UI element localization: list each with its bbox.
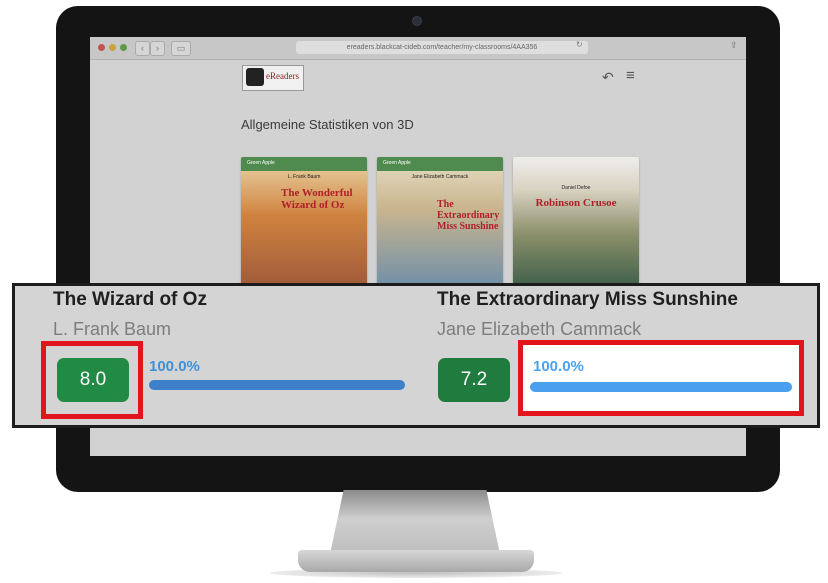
progress-highlight-frame bbox=[518, 340, 804, 416]
share-icon[interactable]: ⇪ bbox=[730, 40, 738, 51]
maximize-window-button[interactable] bbox=[120, 44, 127, 51]
cover-series-band: Green Apple bbox=[241, 157, 367, 171]
book-author: Jane Elizabeth Cammack bbox=[437, 319, 642, 339]
url-bar[interactable]: ereaders.blackcat-cideb.com/teacher/my-c… bbox=[296, 41, 588, 54]
book-cover-wizard-of-oz[interactable]: Green Apple L. Frank Baum The Wonderful … bbox=[241, 157, 367, 287]
cover-author: Jane Elizabeth Cammack bbox=[411, 174, 469, 180]
logo-text: eReaders bbox=[266, 71, 299, 81]
book-stats-panel: The Wizard of Oz L. Frank Baum 8.0 100.0… bbox=[12, 283, 820, 428]
book-title: The Wizard of Oz bbox=[53, 289, 207, 310]
progress-percent: 100.0% bbox=[149, 358, 200, 375]
progress-bar bbox=[149, 380, 405, 390]
book-cover-robinson-crusoe[interactable]: Daniel Defoe Robinson Crusoe bbox=[513, 157, 639, 287]
browser-toolbar: ‹ › ▭ ereaders.blackcat-cideb.com/teache… bbox=[90, 37, 746, 60]
cover-title: The Extraordinary Miss Sunshine bbox=[437, 199, 500, 232]
forward-nav-button[interactable]: › bbox=[150, 41, 165, 56]
cover-title: The Wonderful Wizard of Oz bbox=[281, 187, 353, 211]
cover-series-label: Green Apple bbox=[247, 160, 275, 166]
ereaders-logo[interactable]: eReaders bbox=[242, 65, 304, 91]
back-nav-button[interactable]: ‹ bbox=[135, 41, 150, 56]
book-cover-miss-sunshine[interactable]: Green Apple Jane Elizabeth Cammack The E… bbox=[377, 157, 503, 287]
progress-bar-fill bbox=[149, 380, 405, 390]
cover-series-band: Green Apple bbox=[377, 157, 503, 171]
monitor-stand-base bbox=[298, 550, 534, 572]
cover-series-label: Green Apple bbox=[383, 160, 411, 166]
monitor-stand-neck bbox=[330, 490, 500, 554]
cover-author: Daniel Defoe bbox=[561, 185, 591, 191]
cat-logo-icon bbox=[246, 68, 264, 86]
book-author: L. Frank Baum bbox=[53, 319, 172, 339]
hamburger-menu-icon[interactable]: ≡ bbox=[626, 67, 635, 84]
progress-percent: 100.0% bbox=[533, 358, 584, 375]
minimize-window-button[interactable] bbox=[109, 44, 116, 51]
page-title: Allgemeine Statistiken von 3D bbox=[241, 117, 414, 132]
score-badge: 8.0 bbox=[57, 358, 129, 402]
sidebar-toggle-button[interactable]: ▭ bbox=[171, 41, 191, 56]
close-window-button[interactable] bbox=[98, 44, 105, 51]
cover-author: L. Frank Baum bbox=[287, 174, 321, 180]
book-title: The Extraordinary Miss Sunshine bbox=[437, 289, 738, 310]
progress-bar bbox=[530, 382, 792, 392]
reload-icon[interactable]: ↻ bbox=[576, 40, 583, 49]
back-arrow-icon[interactable]: ↶ bbox=[602, 69, 614, 86]
cover-title: Robinson Crusoe bbox=[535, 197, 617, 209]
camera-icon bbox=[412, 16, 422, 26]
score-badge: 7.2 bbox=[438, 358, 510, 402]
progress-bar-fill bbox=[530, 382, 792, 392]
